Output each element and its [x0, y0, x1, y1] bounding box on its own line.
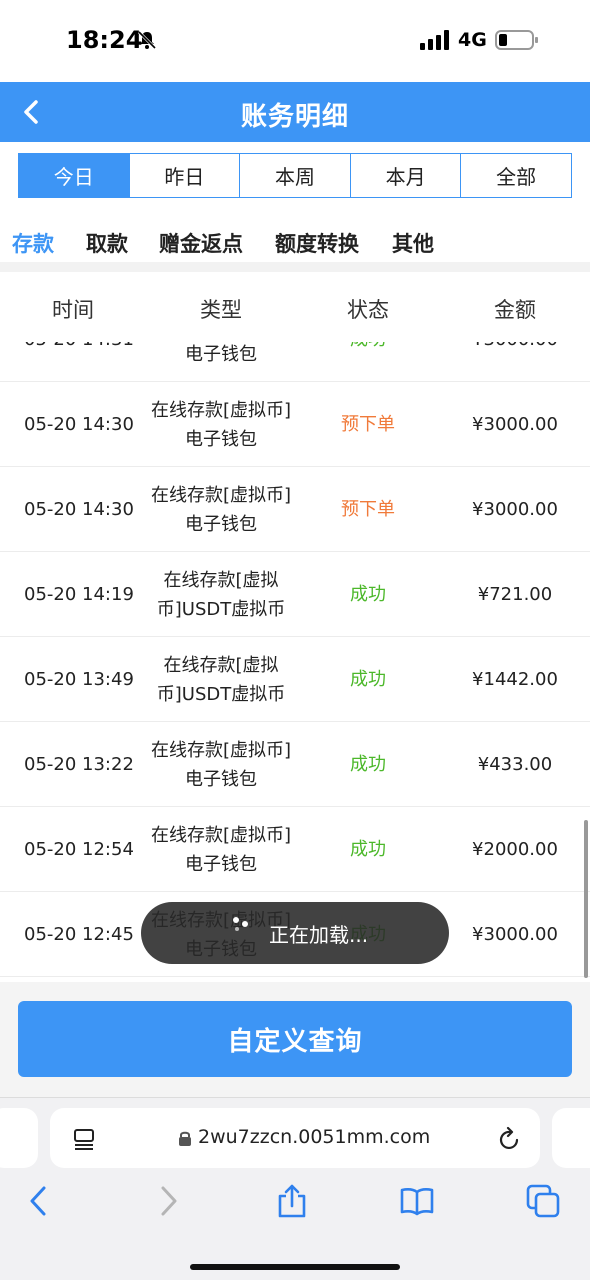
row-type: 在线存款[虚拟币]电子钱包	[150, 824, 292, 875]
forward-icon[interactable]	[151, 1184, 185, 1218]
table-row[interactable]: 05-20 14:31 在线存款[虚拟币]电子钱包 成功 ¥3000.00	[0, 342, 590, 382]
table-header: 时间 类型 状态 金额	[0, 272, 590, 342]
battery-icon	[495, 30, 538, 50]
row-time: 05-20 14:31	[24, 342, 134, 382]
next-tab-pill[interactable]	[552, 1108, 590, 1168]
row-time: 05-20 13:49	[24, 669, 134, 690]
section-divider	[0, 262, 590, 272]
row-status: 成功	[350, 839, 386, 860]
list-scrollbar[interactable]	[584, 820, 588, 978]
bell-muted-icon	[137, 30, 157, 50]
share-icon[interactable]	[275, 1184, 309, 1218]
toast-text: 正在加载...	[269, 923, 369, 947]
url-text: 2wu7zzcn.0051mm.com	[198, 1126, 431, 1148]
tab-other[interactable]: 其他	[392, 228, 434, 258]
category-tabs: 存款 取款 赠金返点 额度转换 其他	[0, 222, 590, 262]
row-status: 预下单	[341, 414, 395, 435]
custom-query-button[interactable]: 自定义查询	[18, 1001, 572, 1077]
loading-toast: 正在加载...	[141, 902, 449, 964]
tab-bonus-rebate[interactable]: 赠金返点	[159, 228, 243, 258]
tab-withdraw[interactable]: 取款	[86, 228, 128, 258]
row-time: 05-20 12:45	[24, 924, 134, 945]
tab-this-week[interactable]: 本周	[240, 154, 351, 197]
row-time: 05-20 14:30	[24, 499, 134, 520]
row-type: 在线存款[虚拟币]电子钱包	[185, 343, 257, 365]
tab-all[interactable]: 全部	[461, 154, 571, 197]
tab-today[interactable]: 今日	[19, 154, 130, 197]
row-status: 成功	[350, 669, 386, 690]
bottom-action-area: 自定义查询	[0, 982, 590, 1097]
row-amount: ¥3000.00	[472, 499, 558, 520]
status-bar: 18:24 4G	[0, 0, 590, 82]
transaction-list-content: 05-20 14:31 在线存款[虚拟币]电子钱包 成功 ¥3000.00 05…	[0, 342, 590, 977]
tab-this-month[interactable]: 本月	[350, 154, 462, 197]
row-type: 在线存款[虚拟币]电子钱包	[150, 484, 292, 535]
row-amount: ¥721.00	[477, 584, 553, 605]
row-amount: ¥433.00	[477, 754, 553, 775]
tab-credit-transfer[interactable]: 额度转换	[275, 228, 359, 258]
bookmarks-icon[interactable]	[400, 1184, 434, 1218]
tab-deposit[interactable]: 存款	[12, 228, 54, 258]
row-amount: ¥3000.00	[460, 342, 570, 382]
column-header-type: 类型	[200, 298, 242, 322]
previous-tab-pill[interactable]	[0, 1108, 38, 1168]
page-menu-icon[interactable]	[72, 1127, 96, 1151]
address-bar[interactable]: 2wu7zzcn.0051mm.com	[50, 1108, 540, 1168]
row-status: 成功	[350, 584, 386, 605]
row-type: 在线存款[虚拟币]电子钱包	[150, 399, 292, 450]
row-type: 在线存款[虚拟币]USDT虚拟币	[156, 569, 286, 620]
table-row[interactable]: 05-20 14:30 在线存款[虚拟币]电子钱包 预下单 ¥3000.00	[0, 467, 590, 552]
network-type: 4G	[458, 29, 487, 51]
back-icon[interactable]	[22, 1184, 56, 1218]
row-amount: ¥3000.00	[472, 414, 558, 435]
nav-bar: 账务明细	[0, 82, 590, 142]
column-header-time: 时间	[52, 298, 94, 322]
home-indicator	[190, 1264, 400, 1270]
row-time: 05-20 14:30	[24, 414, 134, 435]
row-amount: ¥1442.00	[472, 669, 558, 690]
row-status: 预下单	[341, 499, 395, 520]
tab-yesterday[interactable]: 昨日	[129, 154, 241, 197]
loading-spinner-icon	[233, 917, 248, 931]
table-row[interactable]: 05-20 13:22 在线存款[虚拟币]电子钱包 成功 ¥433.00	[0, 722, 590, 807]
period-tabs: 今日 昨日 本周 本月 全部	[18, 153, 572, 198]
table-row[interactable]: 05-20 13:49 在线存款[虚拟币]USDT虚拟币 成功 ¥1442.00	[0, 637, 590, 722]
lock-icon	[179, 1131, 191, 1146]
reload-icon[interactable]	[498, 1126, 522, 1152]
cellular-signal-icon	[420, 30, 449, 50]
table-row[interactable]: 05-20 14:19 在线存款[虚拟币]USDT虚拟币 成功 ¥721.00	[0, 552, 590, 637]
row-amount: ¥2000.00	[472, 839, 558, 860]
tabs-icon[interactable]	[526, 1184, 560, 1218]
row-type: 在线存款[虚拟币]电子钱包	[150, 739, 292, 790]
row-amount: ¥3000.00	[472, 924, 558, 945]
row-time: 05-20 12:54	[24, 839, 134, 860]
row-status: 成功	[350, 754, 386, 775]
table-row[interactable]: 05-20 14:30 在线存款[虚拟币]电子钱包 预下单 ¥3000.00	[0, 382, 590, 467]
row-time: 05-20 13:22	[24, 754, 134, 775]
page-title: 账务明细	[240, 102, 349, 132]
row-status: 成功	[318, 342, 418, 382]
column-header-amount: 金额	[494, 298, 536, 322]
column-header-status: 状态	[347, 298, 389, 322]
row-type: 在线存款[虚拟币]USDT虚拟币	[156, 654, 286, 705]
transaction-list[interactable]: 05-20 14:31 在线存款[虚拟币]电子钱包 成功 ¥3000.00 05…	[0, 342, 590, 982]
row-time: 05-20 14:19	[24, 584, 134, 605]
browser-toolbar: 2wu7zzcn.0051mm.com	[0, 1097, 590, 1280]
status-time: 18:24	[66, 26, 143, 54]
table-row[interactable]: 05-20 12:54 在线存款[虚拟币]电子钱包 成功 ¥2000.00	[0, 807, 590, 892]
